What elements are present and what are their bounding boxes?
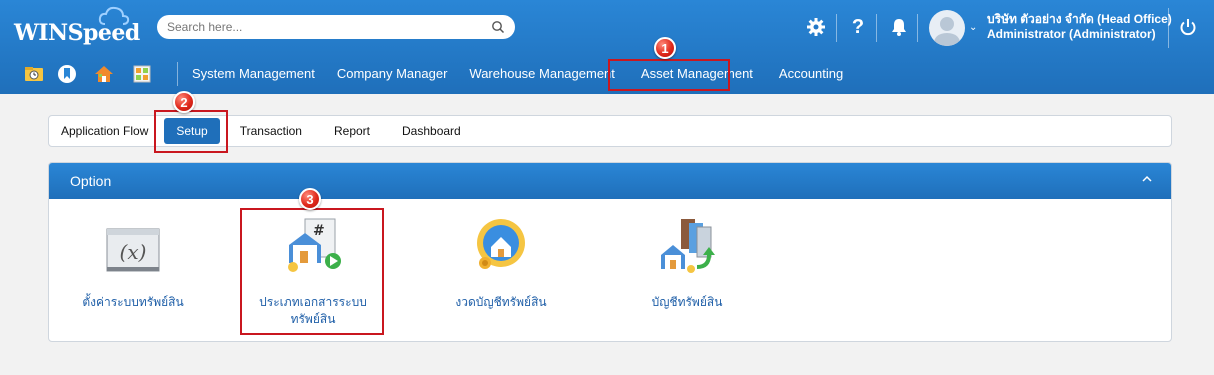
power-icon[interactable] <box>1177 16 1199 38</box>
highlight-asset-management <box>608 59 730 91</box>
top-header: WINSpeed ? <box>0 0 1214 94</box>
asset-account-icon <box>661 219 715 273</box>
user-info[interactable]: บริษัท ตัวอย่าง จำกัด (Head Office) Admi… <box>987 12 1172 42</box>
company-name: บริษัท ตัวอย่าง จำกัด (Head Office) <box>987 12 1172 26</box>
asset-period-icon <box>477 219 525 269</box>
header-divider <box>876 14 877 42</box>
menu-accounting[interactable]: Accounting <box>768 64 854 84</box>
chevron-down-icon[interactable]: ⌄ <box>969 22 977 33</box>
search-input[interactable] <box>167 20 491 34</box>
option-label: งวดบัญชีทรัพย์สิน <box>455 295 547 309</box>
panel-title: Option <box>70 173 112 189</box>
main-menu: System Management Company Manager Wareho… <box>178 64 854 84</box>
gear-icon[interactable] <box>805 16 827 38</box>
header-divider <box>836 14 837 42</box>
highlight-setup-tab <box>154 110 228 153</box>
panel-header[interactable]: Option <box>49 163 1171 199</box>
svg-text:(x): (x) <box>120 240 147 264</box>
dashboard-grid-icon[interactable] <box>132 64 152 84</box>
step-marker-1: 1 <box>654 37 676 59</box>
help-icon[interactable]: ? <box>847 16 869 38</box>
step-marker-3: 3 <box>299 188 321 210</box>
tab-dashboard[interactable]: Dashboard <box>386 118 477 144</box>
option-asset-system-settings[interactable]: (x) ตั้งค่าระบบทรัพย์สิน <box>49 215 223 311</box>
avatar[interactable] <box>929 10 965 46</box>
tab-report[interactable]: Report <box>318 118 386 144</box>
cloud-icon <box>98 6 130 25</box>
option-label: บัญชีทรัพย์สิน <box>651 295 723 309</box>
bell-icon[interactable] <box>888 16 910 38</box>
option-label: ตั้งค่าระบบทรัพย์สิน <box>82 295 184 309</box>
tab-application-flow[interactable]: Application Flow <box>55 118 158 144</box>
search-bar[interactable] <box>157 15 515 39</box>
header-divider <box>1168 8 1169 48</box>
variable-fx-icon: (x) <box>106 228 160 272</box>
user-role: Administrator (Administrator) <box>987 27 1156 41</box>
option-asset-account[interactable]: บัญชีทรัพย์สิน <box>597 215 777 311</box>
bookmark-icon[interactable] <box>57 64 77 84</box>
option-asset-accounting-period[interactable]: งวดบัญชีทรัพย์สิน <box>411 215 591 311</box>
tab-transaction[interactable]: Transaction <box>226 118 318 144</box>
home-icon[interactable] <box>94 64 114 84</box>
menu-warehouse-management[interactable]: Warehouse Management <box>458 64 626 84</box>
chevron-up-icon[interactable] <box>1141 173 1153 185</box>
folder-clock-icon[interactable] <box>24 64 44 84</box>
menu-system-management[interactable]: System Management <box>181 64 326 84</box>
search-icon[interactable] <box>491 20 505 34</box>
user-icon <box>933 17 961 46</box>
header-divider <box>917 14 918 42</box>
option-panel: Option (x) ตั้งค่าระบบทรัพย์สิน # ประเภท… <box>48 162 1172 342</box>
menu-company-manager[interactable]: Company Manager <box>326 64 459 84</box>
highlight-document-type-option <box>240 208 384 335</box>
step-marker-2: 2 <box>173 91 195 113</box>
